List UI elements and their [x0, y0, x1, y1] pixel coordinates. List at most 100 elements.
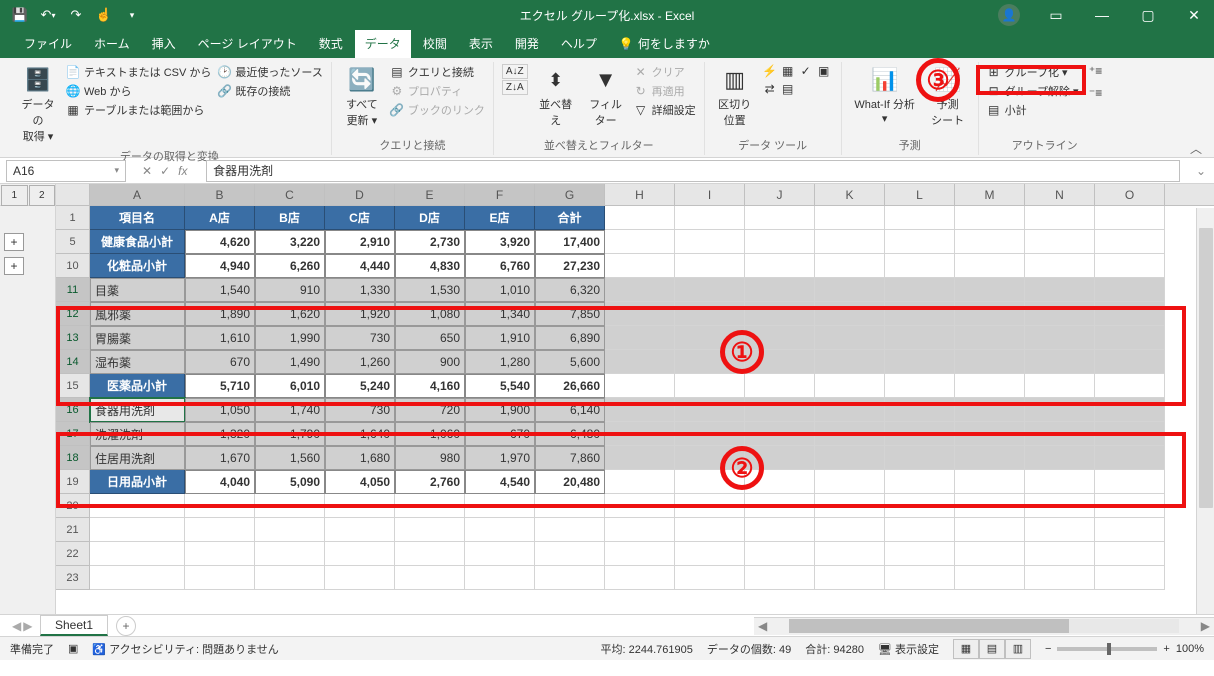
maximize-button[interactable]: ▢ [1128, 0, 1168, 30]
cell-E17[interactable]: 1,060 [395, 422, 465, 446]
cell-F5[interactable]: 3,920 [465, 230, 535, 254]
text-to-columns[interactable]: ▥ 区切り位置 [713, 64, 757, 130]
fx-icon[interactable]: fx [178, 164, 198, 178]
select-all-corner[interactable] [56, 184, 90, 205]
outline-level-1[interactable]: 1 [1, 185, 28, 206]
cell-N13[interactable] [1025, 326, 1095, 350]
tab-file[interactable]: ファイル [14, 29, 82, 58]
cell-F10[interactable]: 6,760 [465, 254, 535, 278]
cell-D21[interactable] [325, 518, 395, 542]
cell-B1[interactable]: A店 [185, 206, 255, 230]
properties[interactable]: ⚙プロパティ [390, 83, 485, 99]
outline-level-2[interactable]: 2 [29, 185, 56, 206]
cell-H20[interactable] [605, 494, 675, 518]
hscroll-right[interactable]: ▶ [1197, 619, 1214, 633]
cell-G18[interactable]: 7,860 [535, 446, 605, 470]
vertical-scrollbar[interactable] [1196, 208, 1214, 628]
view-normal[interactable]: ▦ [953, 639, 979, 659]
cell-I21[interactable] [675, 518, 745, 542]
cells-area[interactable]: 項目名A店B店C店D店E店合計健康食品小計4,6203,2202,9102,73… [90, 206, 1165, 590]
cell-O12[interactable] [1095, 302, 1165, 326]
cell-I23[interactable] [675, 566, 745, 590]
name-box[interactable]: A16 ▾ [6, 160, 126, 182]
sort-desc[interactable]: Z↓A [502, 80, 528, 95]
consolidate-icon[interactable]: ▣ [817, 64, 831, 78]
cell-G15[interactable]: 26,660 [535, 374, 605, 398]
cell-I13[interactable] [675, 326, 745, 350]
cell-F13[interactable]: 1,910 [465, 326, 535, 350]
cell-F21[interactable] [465, 518, 535, 542]
display-settings[interactable]: 🖥 表示設定 [878, 641, 939, 657]
tab-review[interactable]: 校閲 [413, 29, 457, 58]
cell-H17[interactable] [605, 422, 675, 446]
cell-A5[interactable]: 健康食品小計 [90, 230, 185, 254]
cell-O18[interactable] [1095, 446, 1165, 470]
cell-F16[interactable]: 1,900 [465, 398, 535, 422]
cell-M13[interactable] [955, 326, 1025, 350]
cell-N16[interactable] [1025, 398, 1095, 422]
row-header-19[interactable]: 19 [56, 470, 90, 494]
zoom-out[interactable]: − [1045, 643, 1051, 655]
row-header-14[interactable]: 14 [56, 350, 90, 374]
cell-F15[interactable]: 5,540 [465, 374, 535, 398]
row-header-20[interactable]: 20 [56, 494, 90, 518]
cell-M1[interactable] [955, 206, 1025, 230]
cell-M12[interactable] [955, 302, 1025, 326]
cell-A21[interactable] [90, 518, 185, 542]
cell-J21[interactable] [745, 518, 815, 542]
row-header-1[interactable]: 1 [56, 206, 90, 230]
cell-D17[interactable]: 1,640 [325, 422, 395, 446]
collapse-ribbon[interactable]: ︿ [1190, 140, 1202, 157]
cell-A13[interactable]: 胃腸薬 [90, 326, 185, 350]
workbook-links[interactable]: 🔗ブックのリンク [390, 102, 485, 118]
cell-C15[interactable]: 6,010 [255, 374, 325, 398]
cell-M10[interactable] [955, 254, 1025, 278]
cell-B11[interactable]: 1,540 [185, 278, 255, 302]
cell-J20[interactable] [745, 494, 815, 518]
cell-L11[interactable] [885, 278, 955, 302]
cell-O23[interactable] [1095, 566, 1165, 590]
row-header-13[interactable]: 13 [56, 326, 90, 350]
cell-A11[interactable]: 目薬 [90, 278, 185, 302]
cell-D12[interactable]: 1,920 [325, 302, 395, 326]
cell-L20[interactable] [885, 494, 955, 518]
cell-F14[interactable]: 1,280 [465, 350, 535, 374]
cell-G5[interactable]: 17,400 [535, 230, 605, 254]
cell-K5[interactable] [815, 230, 885, 254]
cell-J14[interactable] [745, 350, 815, 374]
group-button[interactable]: ⊞グループ化 ▾ [987, 64, 1079, 80]
cell-C11[interactable]: 910 [255, 278, 325, 302]
cell-N14[interactable] [1025, 350, 1095, 374]
minimize-button[interactable]: — [1082, 0, 1122, 30]
cell-B19[interactable]: 4,040 [185, 470, 255, 494]
ungroup-button[interactable]: ⊟グループ解除 ▾ [987, 83, 1079, 99]
cell-N1[interactable] [1025, 206, 1095, 230]
cell-L23[interactable] [885, 566, 955, 590]
col-header-O[interactable]: O [1095, 184, 1165, 205]
close-button[interactable]: ✕ [1174, 0, 1214, 30]
row-header-12[interactable]: 12 [56, 302, 90, 326]
cell-K17[interactable] [815, 422, 885, 446]
cell-G21[interactable] [535, 518, 605, 542]
cell-O17[interactable] [1095, 422, 1165, 446]
cell-J11[interactable] [745, 278, 815, 302]
horizontal-scrollbar[interactable]: ◀ ▶ [754, 617, 1214, 635]
cell-B22[interactable] [185, 542, 255, 566]
cell-A19[interactable]: 日用品小計 [90, 470, 185, 494]
undo-button[interactable]: ↶▾ [36, 3, 60, 27]
cell-B15[interactable]: 5,710 [185, 374, 255, 398]
cell-E11[interactable]: 1,530 [395, 278, 465, 302]
cell-J12[interactable] [745, 302, 815, 326]
cell-I18[interactable] [675, 446, 745, 470]
sheet-nav-next[interactable]: ▶ [23, 619, 32, 633]
cell-G16[interactable]: 6,140 [535, 398, 605, 422]
cell-H15[interactable] [605, 374, 675, 398]
relationships-icon[interactable]: ⇄ [763, 82, 777, 96]
cell-J10[interactable] [745, 254, 815, 278]
cell-K21[interactable] [815, 518, 885, 542]
cell-D20[interactable] [325, 494, 395, 518]
cell-B14[interactable]: 670 [185, 350, 255, 374]
cell-M19[interactable] [955, 470, 1025, 494]
cell-J16[interactable] [745, 398, 815, 422]
row-header-15[interactable]: 15 [56, 374, 90, 398]
